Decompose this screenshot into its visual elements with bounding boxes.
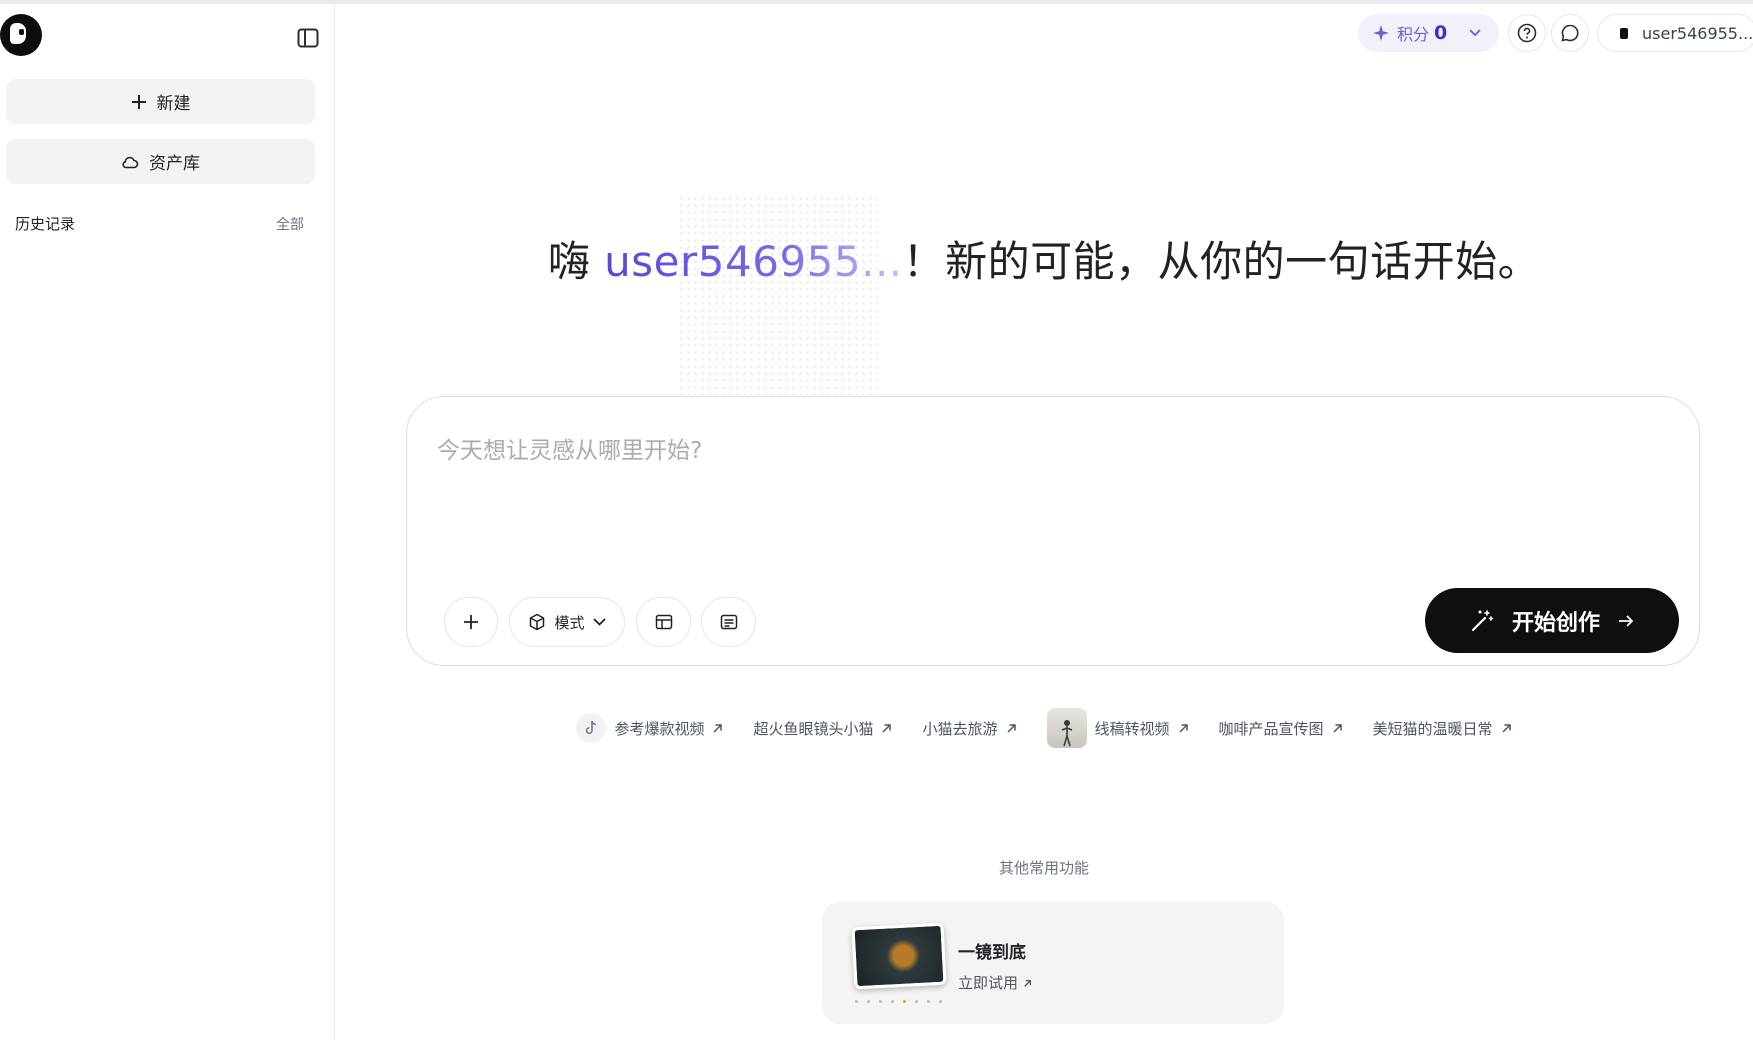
suggestion-label: 小猫去旅游 (922, 719, 998, 738)
avatar (1620, 27, 1628, 39)
plus-icon (464, 615, 478, 629)
magic-wand-icon (1471, 609, 1494, 631)
feedback-button[interactable] (1551, 14, 1589, 52)
chat-bubble-icon (1561, 24, 1579, 42)
suggestion-label: 线稿转视频 (1094, 719, 1170, 738)
suggestion-label: 参考爆款视频 (614, 719, 705, 738)
suggestion-label: 超火鱼眼镜头小猫 (753, 719, 874, 738)
suggestion-reference-video[interactable]: 参考爆款视频 (576, 708, 723, 748)
feature-try-link[interactable]: 立即试用 (958, 972, 1032, 993)
username-label: user546955... (1642, 23, 1753, 43)
chevron-down-icon (1469, 29, 1481, 37)
mode-label: 模式 (554, 613, 585, 632)
cube-icon (530, 613, 545, 631)
chevron-down-icon (592, 618, 606, 626)
layout-icon (655, 614, 672, 630)
other-features-heading: 其他常用功能 (998, 859, 1089, 877)
arrow-up-right-icon (1006, 723, 1016, 733)
arrow-up-right-icon (1502, 723, 1511, 733)
app-logo[interactable] (0, 14, 42, 56)
points-label: 积分 (1397, 25, 1430, 44)
suggestion-list: 参考爆款视频 超火鱼眼镜头小猫 小猫去旅游 线稿转视频 咖啡产品宣传图 美短猫的… (335, 708, 1753, 748)
history-all-link[interactable]: 全部 (276, 214, 304, 234)
subtitle-button[interactable] (701, 597, 756, 647)
feature-card-one-take[interactable]: 一镜到底 立即试用 (822, 902, 1284, 1024)
arrow-up-right-icon (1023, 979, 1031, 987)
prompt-input[interactable]: 今天想让灵感从哪里开始? (437, 431, 702, 465)
greeting-heading: 嗨 user546955...！新的可能，从你的一句话开始。 (335, 228, 1753, 289)
greeting-suffix: ！新的可能，从你的一句话开始。 (902, 237, 1541, 286)
suggestion-sketch-to-video[interactable]: 线稿转视频 (1046, 708, 1189, 748)
history-heading: 历史记录 (15, 215, 76, 233)
attach-button[interactable] (444, 597, 498, 647)
asset-library-label: 资产库 (149, 154, 200, 174)
sidebar-toggle-icon[interactable] (297, 28, 319, 48)
arrow-up-right-icon (1333, 723, 1342, 733)
plus-icon (131, 94, 146, 109)
user-menu[interactable]: user546955... (1597, 14, 1753, 52)
asset-library-button[interactable]: 资产库 (6, 139, 315, 184)
sparkle-icon (1373, 25, 1389, 41)
feature-thumbnail (851, 922, 947, 990)
suggestion-coffee-promo[interactable]: 咖啡产品宣传图 (1219, 708, 1343, 748)
greeting-username: user546955... (604, 237, 903, 286)
sidebar: 新建 资产库 历史记录 全部 (0, 4, 335, 1040)
new-button[interactable]: 新建 (6, 79, 315, 124)
layout-button[interactable] (636, 597, 691, 647)
tiktok-icon (576, 713, 607, 743)
points-value: 0 (1434, 22, 1448, 44)
help-button[interactable] (1508, 14, 1546, 52)
cloud-icon (122, 156, 139, 168)
suggestion-fisheye-cat[interactable]: 超火鱼眼镜头小猫 (753, 708, 892, 748)
arrow-up-right-icon (713, 723, 723, 733)
sketch-thumbnail (1046, 708, 1087, 748)
start-create-label: 开始创作 (1511, 610, 1600, 636)
mode-select[interactable]: 模式 (509, 597, 625, 647)
points-dropdown[interactable]: 积分 0 (1358, 14, 1499, 52)
start-create-button[interactable]: 开始创作 (1425, 588, 1679, 653)
dot-pattern-decoration (678, 195, 878, 395)
new-button-label: 新建 (156, 94, 191, 114)
arrow-right-icon (1619, 614, 1634, 627)
subtitle-icon (720, 614, 737, 630)
question-icon (1517, 23, 1537, 43)
suggestion-shorthair-cat[interactable]: 美短猫的温暖日常 (1373, 708, 1512, 748)
arrow-up-right-icon (1178, 723, 1188, 733)
greeting-prefix: 嗨 (547, 237, 605, 286)
feature-try-label: 立即试用 (958, 974, 1019, 992)
prompt-box[interactable]: 今天想让灵感从哪里开始? 模式 开始创作 (406, 396, 1700, 666)
arrow-up-right-icon (882, 723, 892, 733)
feature-title: 一镜到底 (958, 943, 1026, 963)
carousel-dots (855, 1000, 942, 1003)
suggestion-label: 咖啡产品宣传图 (1218, 719, 1324, 738)
suggestion-cat-travel[interactable]: 小猫去旅游 (922, 708, 1016, 748)
suggestion-label: 美短猫的温暖日常 (1372, 719, 1493, 738)
